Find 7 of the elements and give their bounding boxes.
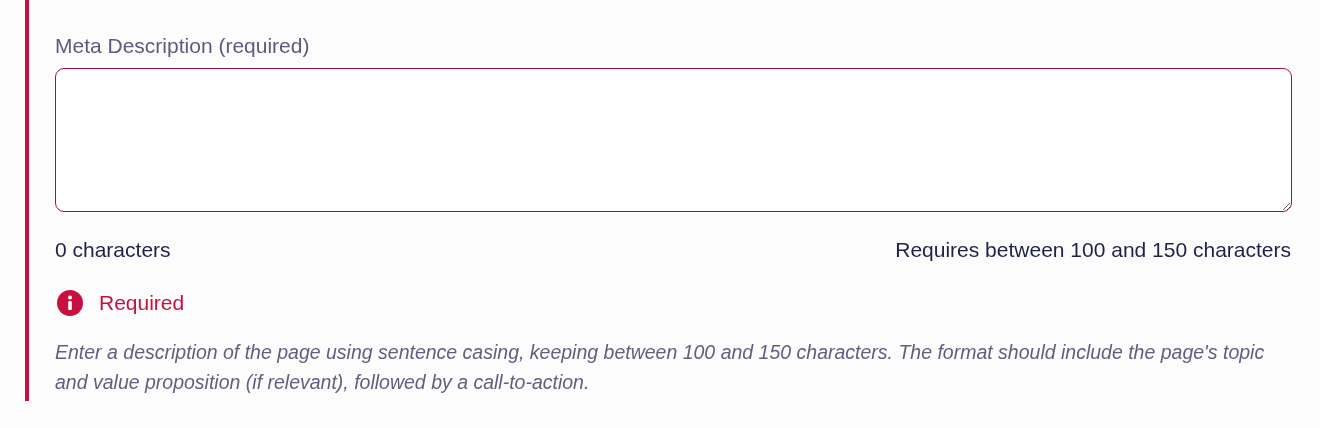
error-icon	[57, 290, 83, 316]
description-field[interactable]	[55, 68, 1292, 212]
field-label: Meta Description (required)	[55, 33, 311, 59]
help-text: Enter a description of the page using sentence casing, keeping between 100 and 150 characters. The format should include the page's topic and value proposition (if relevant), followed by a call-to-action.	[55, 340, 1266, 395]
error-message: Required	[99, 290, 185, 316]
character-count: 0 characters	[55, 237, 171, 263]
length-requirement: Requires between 100 and 150 characters	[895, 237, 1291, 263]
